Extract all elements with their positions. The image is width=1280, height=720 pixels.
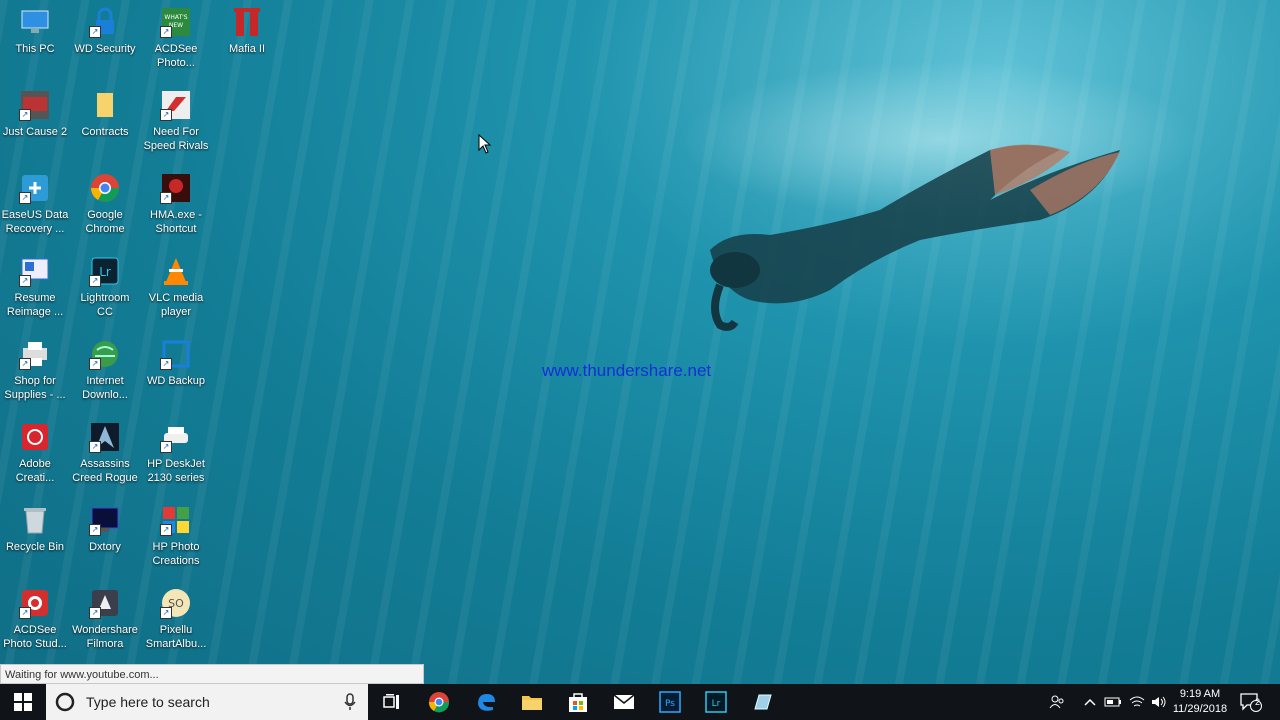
filmora-icon: ↗ bbox=[89, 587, 121, 619]
tray-network[interactable] bbox=[1126, 684, 1148, 720]
battery-icon bbox=[1104, 697, 1121, 707]
desktop-icon-shop-supplies[interactable]: ↗ Shop for Supplies - ... bbox=[0, 336, 70, 416]
desktop-icon-assassins-creed[interactable]: ↗ Assassins Creed Rogue bbox=[70, 419, 140, 499]
desktop-icon-wd-security[interactable]: ↗ WD Security bbox=[70, 4, 140, 84]
desktop-icon-hma[interactable]: ↗ HMA.exe - Shortcut bbox=[141, 170, 211, 250]
desktop-icon-contracts[interactable]: Contracts bbox=[70, 87, 140, 167]
people-icon bbox=[1049, 695, 1064, 709]
speaker-icon bbox=[1152, 696, 1166, 708]
photo-creations-icon: ↗ bbox=[160, 504, 192, 536]
watermark-text: www.thundershare.net bbox=[542, 361, 712, 380]
chrome-icon bbox=[89, 172, 121, 204]
taskbar-chrome[interactable] bbox=[416, 684, 462, 720]
desktop-icon-dxtory[interactable]: ↗ Dxtory bbox=[70, 502, 140, 582]
action-center-button[interactable]: 2 bbox=[1236, 684, 1266, 720]
desktop-icon-hp-deskjet[interactable]: ↗ HP DeskJet 2130 series bbox=[141, 419, 211, 499]
notification-count: 2 bbox=[1255, 697, 1261, 707]
desktop-icon-adobe-creative[interactable]: Adobe Creati... bbox=[0, 419, 70, 499]
browser-status-bar: Waiting for www.youtube.com... bbox=[0, 664, 424, 684]
taskbar-photoshop[interactable]: Ps bbox=[647, 684, 693, 720]
hma-icon: ↗ bbox=[160, 172, 192, 204]
taskbar-notepad[interactable] bbox=[739, 684, 785, 720]
taskbar-mail[interactable] bbox=[601, 684, 647, 720]
printer-icon: ↗ bbox=[160, 421, 192, 453]
desktop-icon-pixellu[interactable]: SO ↗ Pixellu SmartAlbu... bbox=[141, 585, 211, 665]
svg-text:Ps: Ps bbox=[665, 699, 675, 709]
taskbar-edge[interactable] bbox=[463, 684, 509, 720]
desktop-icon-need-for-speed[interactable]: ↗ Need For Speed Rivals bbox=[141, 87, 211, 167]
adobe-cc-icon bbox=[19, 421, 51, 453]
desktop-icon-this-pc[interactable]: This PC bbox=[0, 4, 70, 84]
desktop-icon-easeus[interactable]: ↗ EaseUS Data Recovery ... bbox=[0, 170, 70, 250]
desktop-icon-hp-photo-creations[interactable]: ↗ HP Photo Creations bbox=[141, 502, 211, 582]
acdsee-studio-icon: ↗ bbox=[19, 587, 51, 619]
desktop-icon-internet-download[interactable]: ↗ Internet Downlo... bbox=[70, 336, 140, 416]
tray-show-hidden[interactable] bbox=[1080, 684, 1100, 720]
recycle-bin-icon bbox=[19, 504, 51, 536]
edge-icon bbox=[478, 694, 495, 711]
taskbar-clock[interactable]: 9:19 AM 11/29/2018 bbox=[1168, 687, 1232, 717]
printer-icon: ↗ bbox=[19, 338, 51, 370]
desktop-icon-recycle-bin[interactable]: Recycle Bin bbox=[0, 502, 70, 582]
nfs-icon: ↗ bbox=[160, 89, 192, 121]
windows-logo-icon bbox=[14, 693, 32, 711]
task-view-icon bbox=[383, 694, 399, 709]
game-icon: ↗ bbox=[19, 89, 51, 121]
folder-icon bbox=[89, 89, 121, 121]
desktop-icon-resume-reimage[interactable]: ↗ Resume Reimage ... bbox=[0, 253, 70, 333]
wifi-icon bbox=[1129, 696, 1145, 707]
desktop-icon-google-chrome[interactable]: Google Chrome bbox=[70, 170, 140, 250]
taskbar-store[interactable] bbox=[555, 684, 601, 720]
acdsee-icon: WHAT'S NEW ↗ bbox=[160, 6, 192, 38]
assassins-creed-icon: ↗ bbox=[89, 421, 121, 453]
vlc-cone-icon bbox=[160, 255, 192, 287]
lightroom-icon: Lr ↗ bbox=[89, 255, 121, 287]
mail-icon bbox=[613, 694, 635, 709]
lock-icon: ↗ bbox=[89, 6, 121, 38]
monitor-icon bbox=[19, 6, 51, 38]
taskbar: Type here to search Ps Lr 9:19 AM 11/29/… bbox=[0, 684, 1280, 720]
microphone-icon[interactable] bbox=[344, 693, 356, 711]
easeus-icon: ↗ bbox=[19, 172, 51, 204]
chrome-icon bbox=[428, 692, 450, 713]
desktop-icon-lightroom[interactable]: Lr ↗ Lightroom CC bbox=[70, 253, 140, 333]
tray-battery[interactable] bbox=[1102, 684, 1124, 720]
desktop-icon-acdsee-studio[interactable]: ↗ ACDSee Photo Stud... bbox=[0, 585, 70, 665]
tray-people[interactable] bbox=[1044, 684, 1070, 720]
store-bag-icon bbox=[569, 693, 587, 712]
start-button[interactable] bbox=[0, 684, 46, 720]
svg-text:WHAT'S: WHAT'S bbox=[164, 14, 187, 21]
clock-time: 9:19 AM bbox=[1179, 688, 1221, 700]
svg-text:Lr: Lr bbox=[712, 699, 721, 709]
task-view-button[interactable] bbox=[369, 684, 415, 720]
desktop-icon-vlc[interactable]: VLC media player bbox=[141, 253, 211, 333]
dxtory-icon: ↗ bbox=[89, 504, 121, 536]
mafia-icon bbox=[231, 6, 263, 38]
search-placeholder: Type here to search bbox=[86, 694, 210, 710]
clock-date: 11/29/2018 bbox=[1172, 703, 1228, 715]
desktop-icons: This PC ↗ WD Security WHAT'S NEW ↗ ACDSee… bbox=[0, 0, 265, 660]
notepad-icon bbox=[754, 694, 772, 710]
taskbar-file-explorer[interactable] bbox=[509, 684, 555, 720]
taskbar-lightroom[interactable]: Lr bbox=[693, 684, 739, 720]
pixellu-icon: SO ↗ bbox=[160, 587, 192, 619]
desktop-icon-wondershare-filmora[interactable]: ↗ Wondershare Filmora bbox=[70, 585, 140, 665]
folder-icon bbox=[522, 696, 542, 710]
globe-icon: ↗ bbox=[89, 338, 121, 370]
lightroom-icon: Lr bbox=[705, 691, 727, 713]
taskbar-search-box[interactable]: Type here to search bbox=[46, 684, 368, 720]
reimage-icon: ↗ bbox=[19, 255, 51, 287]
desktop-icon-wd-backup[interactable]: ↗ WD Backup bbox=[141, 336, 211, 416]
desktop-icon-just-cause-2[interactable]: ↗ Just Cause 2 bbox=[0, 87, 70, 167]
cortana-circle-icon bbox=[55, 692, 75, 712]
wallpaper-diver bbox=[710, 144, 1120, 331]
backup-icon: ↗ bbox=[160, 338, 192, 370]
mouse-pointer-icon bbox=[478, 134, 492, 154]
tray-volume[interactable] bbox=[1148, 684, 1170, 720]
chevron-up-icon bbox=[1084, 698, 1096, 706]
desktop-icon-mafia-ii[interactable]: Mafia II bbox=[212, 4, 282, 84]
desktop-icon-acdsee-photo[interactable]: WHAT'S NEW ↗ ACDSee Photo... bbox=[141, 4, 211, 84]
photoshop-icon: Ps bbox=[659, 691, 681, 713]
